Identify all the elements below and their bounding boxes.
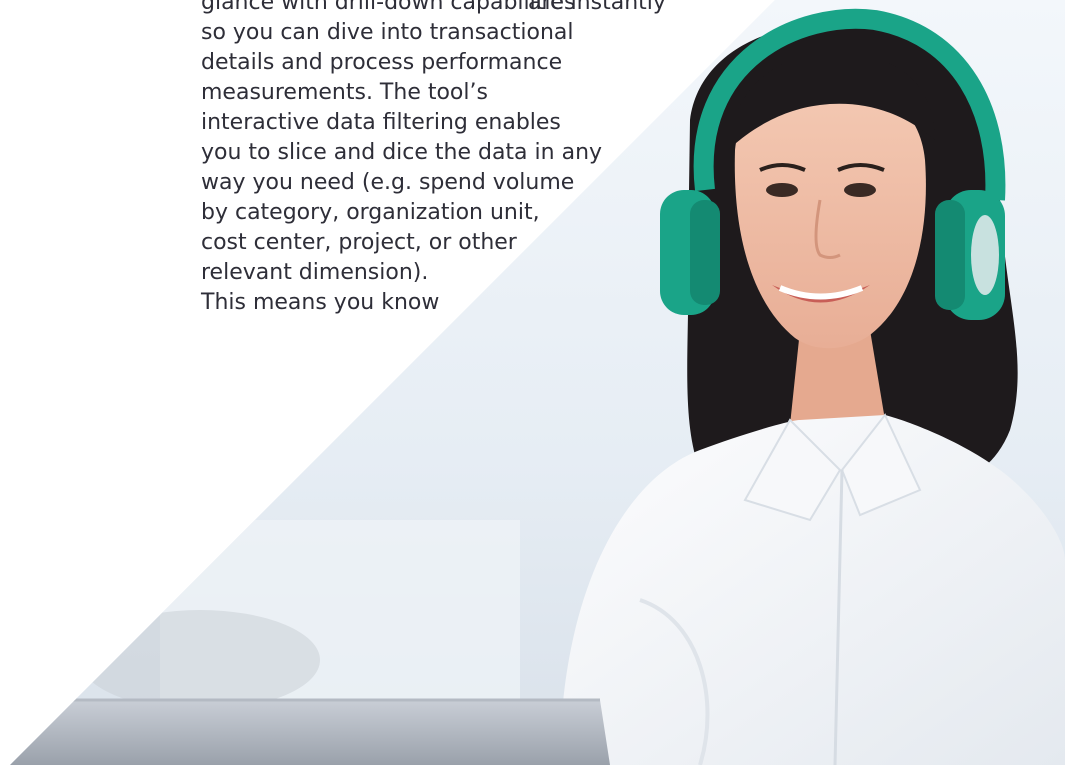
right-eye — [844, 183, 876, 197]
headphone-right-plate — [971, 215, 999, 295]
text-line: are instantly — [528, 0, 666, 15]
page: , t glance with drill-down capabilities … — [0, 0, 1065, 765]
background-object — [80, 610, 320, 710]
text-line: measurements. The tool’s — [201, 80, 488, 105]
headphone-left-cushion — [690, 200, 720, 305]
left-eye — [766, 183, 798, 197]
text-line: details and process performance — [201, 50, 563, 75]
text-line: you to slice and dice the data in any — [201, 140, 603, 165]
headphone-right-cushion — [935, 200, 965, 310]
text-line: way you need (e.g. spend volume — [201, 170, 575, 195]
text-line: interactive data filtering enables — [201, 110, 561, 135]
right-column-text: are instantly — [528, 0, 666, 18]
text-line: by category, organization unit, — [201, 200, 540, 225]
laptop — [10, 700, 610, 765]
text-line: so you can dive into transactional — [201, 20, 574, 45]
